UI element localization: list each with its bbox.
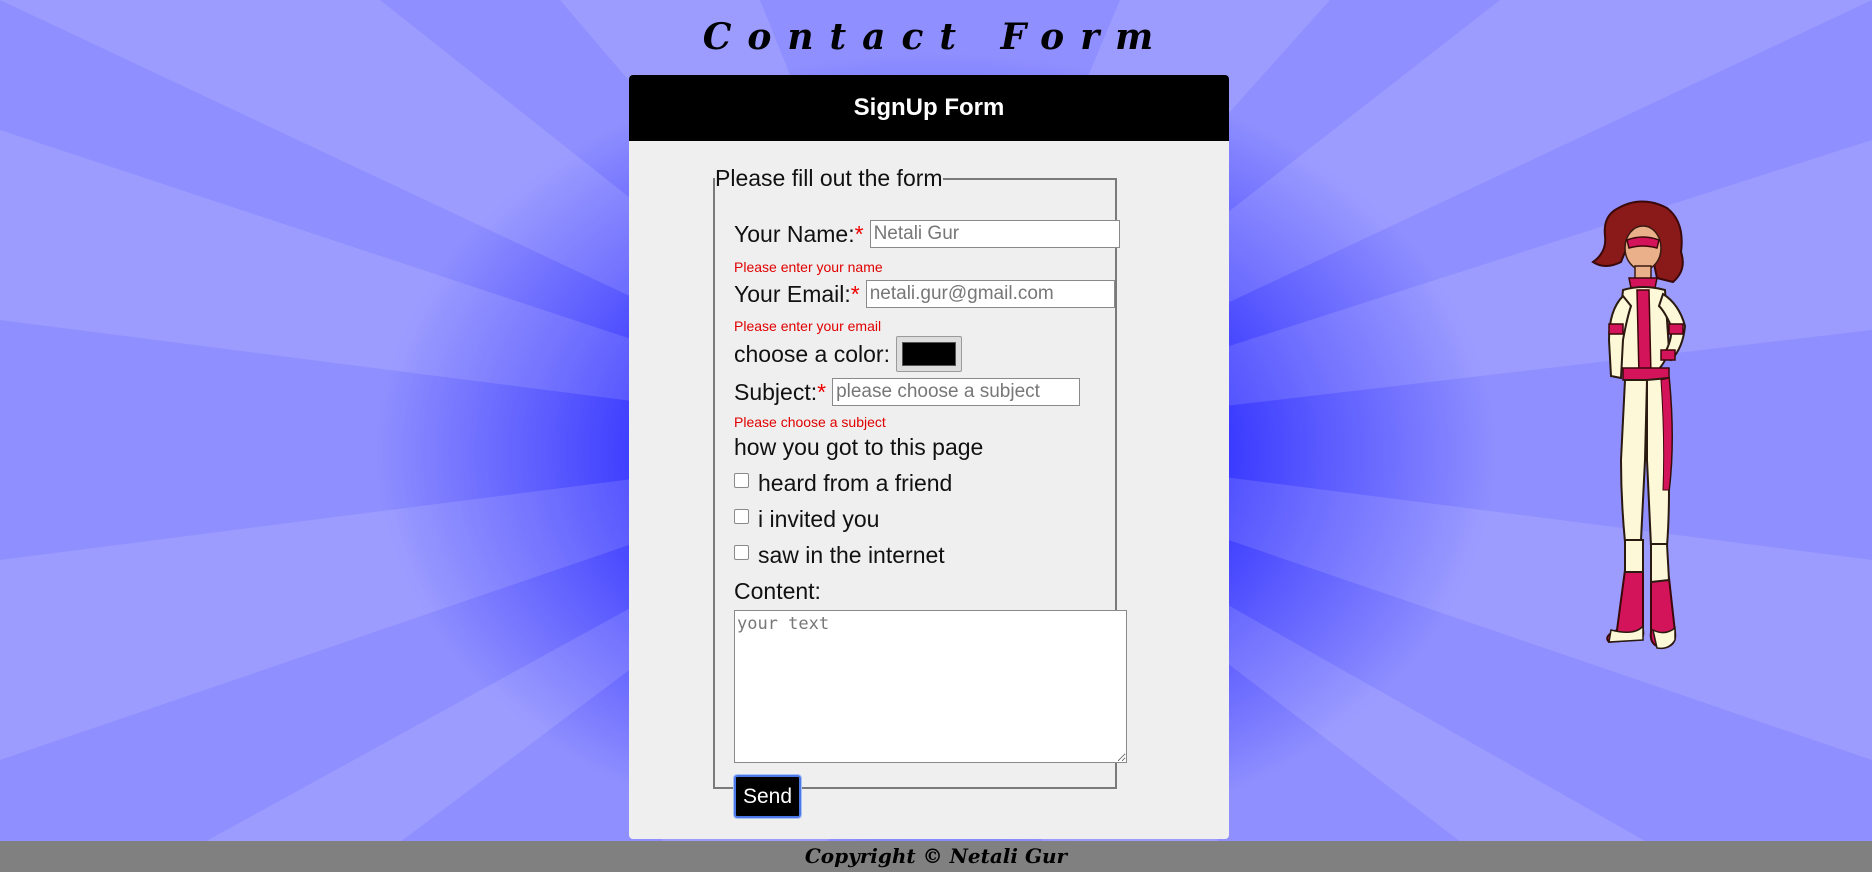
color-swatch bbox=[901, 342, 956, 366]
content-label: Content: bbox=[734, 578, 821, 604]
source-question: how you got to this page bbox=[734, 434, 983, 461]
email-error: Please enter your email bbox=[734, 318, 882, 334]
source-option-internet[interactable]: saw in the internet bbox=[734, 542, 945, 569]
form-fieldset: Please fill out the form Your Name: * Pl… bbox=[713, 165, 1127, 819]
source-option-invited[interactable]: i invited you bbox=[734, 506, 879, 533]
signup-card: SignUp Form Please fill out the form You… bbox=[629, 75, 1229, 839]
email-required-mark: * bbox=[850, 280, 860, 307]
color-label: choose a color: bbox=[734, 340, 890, 367]
subject-error: Please choose a subject bbox=[734, 414, 886, 430]
name-required-mark: * bbox=[854, 220, 864, 247]
invited-checkbox[interactable] bbox=[734, 509, 749, 524]
name-error: Please enter your name bbox=[734, 259, 883, 275]
subject-required-mark: * bbox=[817, 378, 827, 405]
email-row: Your Email: * bbox=[734, 280, 1115, 308]
subject-row: Subject: * bbox=[734, 378, 1081, 406]
footer-copyright: Copyright © Netali Gur bbox=[0, 841, 1872, 872]
internet-option-label: saw in the internet bbox=[758, 542, 945, 568]
content-textarea[interactable] bbox=[734, 610, 1127, 763]
send-button[interactable]: Send bbox=[733, 774, 802, 819]
email-label: Your Email: bbox=[734, 280, 851, 307]
superhero-illustration bbox=[1591, 200, 1687, 650]
form-legend: Please fill out the form bbox=[715, 165, 943, 191]
name-input[interactable] bbox=[869, 220, 1120, 248]
content-row: Content: bbox=[734, 578, 821, 605]
card-header: SignUp Form bbox=[629, 75, 1229, 141]
name-row: Your Name: * bbox=[734, 220, 1120, 248]
page-title: Contact Form bbox=[702, 16, 1170, 58]
internet-checkbox[interactable] bbox=[734, 545, 749, 560]
subject-input[interactable] bbox=[832, 378, 1081, 406]
friend-checkbox[interactable] bbox=[734, 473, 749, 488]
name-label: Your Name: bbox=[734, 220, 855, 247]
friend-option-label: heard from a friend bbox=[758, 470, 953, 496]
source-question-label: how you got to this page bbox=[734, 434, 984, 460]
color-picker[interactable] bbox=[895, 336, 962, 372]
color-row: choose a color: bbox=[734, 336, 962, 372]
invited-option-label: i invited you bbox=[758, 506, 880, 532]
email-input[interactable] bbox=[865, 280, 1115, 308]
source-option-friend[interactable]: heard from a friend bbox=[734, 470, 952, 497]
subject-label: Subject: bbox=[734, 378, 818, 405]
